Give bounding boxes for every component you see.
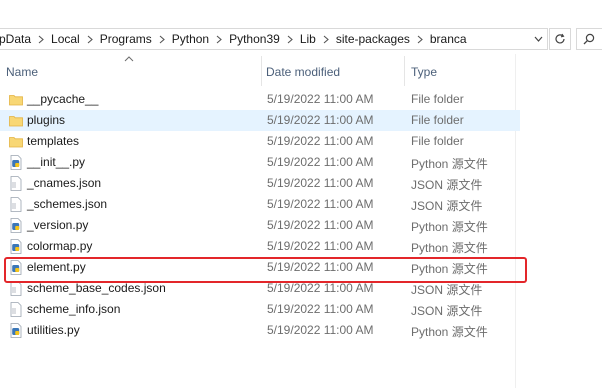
file-type: JSON 源文件 bbox=[411, 304, 483, 318]
chevron-right-icon[interactable] bbox=[416, 35, 424, 44]
file-name: element.py bbox=[27, 260, 86, 274]
breadcrumb: pData Local Programs Python Python39 Lib… bbox=[0, 29, 473, 49]
file-type: JSON 源文件 bbox=[411, 178, 483, 192]
python-file-icon bbox=[9, 260, 23, 275]
search-input[interactable] bbox=[576, 28, 602, 50]
file-date: 5/19/2022 11:00 AM bbox=[267, 302, 374, 316]
file-name: _schemes.json bbox=[27, 197, 108, 211]
chevron-right-icon[interactable] bbox=[215, 35, 223, 44]
json-file-icon bbox=[9, 281, 23, 296]
breadcrumb-item-python[interactable]: Python bbox=[166, 32, 215, 46]
file-name: scheme_base_codes.json bbox=[27, 281, 166, 295]
list-item[interactable]: templates 5/19/2022 11:00 AM File folder bbox=[0, 131, 520, 152]
column-header-row bbox=[0, 54, 520, 86]
folder-icon bbox=[9, 113, 23, 128]
chevron-right-icon[interactable] bbox=[286, 35, 294, 44]
json-file-icon bbox=[9, 197, 23, 212]
breadcrumb-item-branca[interactable]: branca bbox=[424, 32, 473, 46]
folder-icon bbox=[9, 134, 23, 149]
file-date: 5/19/2022 11:00 AM bbox=[267, 134, 374, 148]
file-name: utilities.py bbox=[27, 323, 80, 337]
list-item[interactable]: _schemes.json 5/19/2022 11:00 AM JSON 源文… bbox=[0, 194, 520, 215]
file-type: JSON 源文件 bbox=[411, 199, 483, 213]
file-name: plugins bbox=[27, 113, 66, 127]
file-type: Python 源文件 bbox=[411, 262, 488, 276]
file-date: 5/19/2022 11:00 AM bbox=[267, 239, 374, 253]
file-type: Python 源文件 bbox=[411, 241, 488, 255]
file-type: File folder bbox=[411, 134, 464, 148]
address-bar[interactable]: pData Local Programs Python Python39 Lib… bbox=[0, 28, 548, 50]
file-date: 5/19/2022 11:00 AM bbox=[267, 281, 374, 295]
file-name: colormap.py bbox=[27, 239, 93, 253]
file-name: templates bbox=[27, 134, 80, 148]
python-file-icon bbox=[9, 323, 23, 338]
file-name: scheme_info.json bbox=[27, 302, 121, 316]
breadcrumb-item-programs[interactable]: Programs bbox=[94, 32, 158, 46]
breadcrumb-item-site-packages[interactable]: site-packages bbox=[330, 32, 416, 46]
sort-ascending-icon[interactable] bbox=[124, 56, 134, 62]
python-file-icon bbox=[9, 239, 23, 254]
file-date: 5/19/2022 11:00 AM bbox=[267, 155, 374, 169]
breadcrumb-item-local[interactable]: Local bbox=[45, 32, 86, 46]
folder-icon bbox=[9, 92, 23, 107]
file-type: Python 源文件 bbox=[411, 220, 488, 234]
file-date: 5/19/2022 11:00 AM bbox=[267, 260, 374, 274]
column-divider[interactable] bbox=[261, 56, 262, 86]
breadcrumb-item-lib[interactable]: Lib bbox=[294, 32, 322, 46]
chevron-down-icon bbox=[534, 36, 542, 42]
python-file-icon bbox=[9, 218, 23, 233]
list-item[interactable]: __init__.py 5/19/2022 11:00 AM Python 源文… bbox=[0, 152, 520, 173]
list-item[interactable]: element.py 5/19/2022 11:00 AM Python 源文件 bbox=[0, 257, 520, 278]
list-item[interactable]: colormap.py 5/19/2022 11:00 AM Python 源文… bbox=[0, 236, 520, 257]
list-item[interactable]: utilities.py 5/19/2022 11:00 AM Python 源… bbox=[0, 320, 520, 341]
file-type: Python 源文件 bbox=[411, 157, 488, 171]
refresh-button[interactable] bbox=[549, 28, 571, 50]
search-icon bbox=[583, 33, 595, 45]
file-name: __init__.py bbox=[27, 155, 86, 169]
file-type: File folder bbox=[411, 92, 464, 106]
refresh-icon bbox=[555, 33, 565, 44]
address-history-dropdown[interactable] bbox=[529, 29, 547, 49]
file-date: 5/19/2022 11:00 AM bbox=[267, 323, 374, 337]
chevron-right-icon[interactable] bbox=[322, 35, 330, 44]
list-item[interactable]: _cnames.json 5/19/2022 11:00 AM JSON 源文件 bbox=[0, 173, 520, 194]
json-file-icon bbox=[9, 302, 23, 317]
file-date: 5/19/2022 11:00 AM bbox=[267, 176, 374, 190]
column-header-date-modified[interactable]: Date modified bbox=[266, 62, 340, 82]
file-date: 5/19/2022 11:00 AM bbox=[267, 92, 374, 106]
list-item[interactable]: plugins 5/19/2022 11:00 AM File folder bbox=[0, 110, 520, 131]
file-name: _cnames.json bbox=[27, 176, 102, 190]
file-name: _version.py bbox=[27, 218, 89, 232]
file-date: 5/19/2022 11:00 AM bbox=[267, 113, 374, 127]
column-header-name[interactable]: Name bbox=[6, 62, 38, 82]
file-type: File folder bbox=[411, 113, 464, 127]
column-divider[interactable] bbox=[404, 56, 405, 86]
file-list: __pycache__ 5/19/2022 11:00 AM File fold… bbox=[0, 89, 520, 341]
chevron-right-icon[interactable] bbox=[158, 35, 166, 44]
column-header-type[interactable]: Type bbox=[411, 62, 437, 82]
list-item[interactable]: scheme_info.json 5/19/2022 11:00 AM JSON… bbox=[0, 299, 520, 320]
file-name: __pycache__ bbox=[27, 92, 99, 106]
file-date: 5/19/2022 11:00 AM bbox=[267, 197, 374, 211]
list-item[interactable]: __pycache__ 5/19/2022 11:00 AM File fold… bbox=[0, 89, 520, 110]
list-item[interactable]: scheme_base_codes.json 5/19/2022 11:00 A… bbox=[0, 278, 520, 299]
breadcrumb-item-appdata[interactable]: pData bbox=[0, 32, 37, 46]
breadcrumb-item-python39[interactable]: Python39 bbox=[223, 32, 286, 46]
python-file-icon bbox=[9, 155, 23, 170]
chevron-right-icon[interactable] bbox=[86, 35, 94, 44]
list-item[interactable]: _version.py 5/19/2022 11:00 AM Python 源文… bbox=[0, 215, 520, 236]
file-type: Python 源文件 bbox=[411, 325, 488, 339]
json-file-icon bbox=[9, 176, 23, 191]
file-type: JSON 源文件 bbox=[411, 283, 483, 297]
file-date: 5/19/2022 11:00 AM bbox=[267, 218, 374, 232]
chevron-right-icon[interactable] bbox=[37, 35, 45, 44]
